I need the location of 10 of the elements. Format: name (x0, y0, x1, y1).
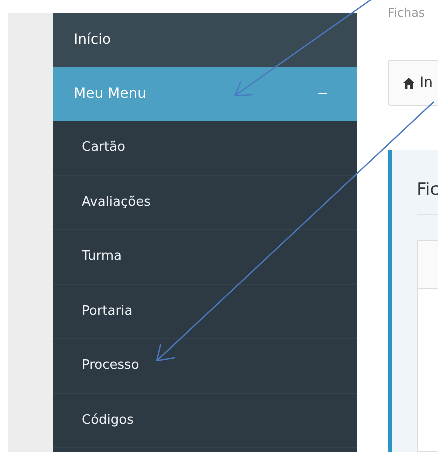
submenu-item[interactable]: Turma (53, 230, 357, 284)
sidebar-item[interactable]: Início (53, 13, 357, 67)
breadcrumb-link[interactable]: In (420, 72, 434, 94)
submenu-item[interactable]: Cartão (53, 121, 357, 176)
home-icon (403, 78, 415, 88)
submenu-item[interactable]: Portaria (53, 284, 357, 339)
submenu-item[interactable]: Códigos (53, 394, 357, 448)
submenu-item[interactable]: Avaliações (53, 176, 357, 230)
page-subtitle: Fichas (388, 5, 426, 21)
submenu-item[interactable]: Processo (53, 339, 357, 394)
